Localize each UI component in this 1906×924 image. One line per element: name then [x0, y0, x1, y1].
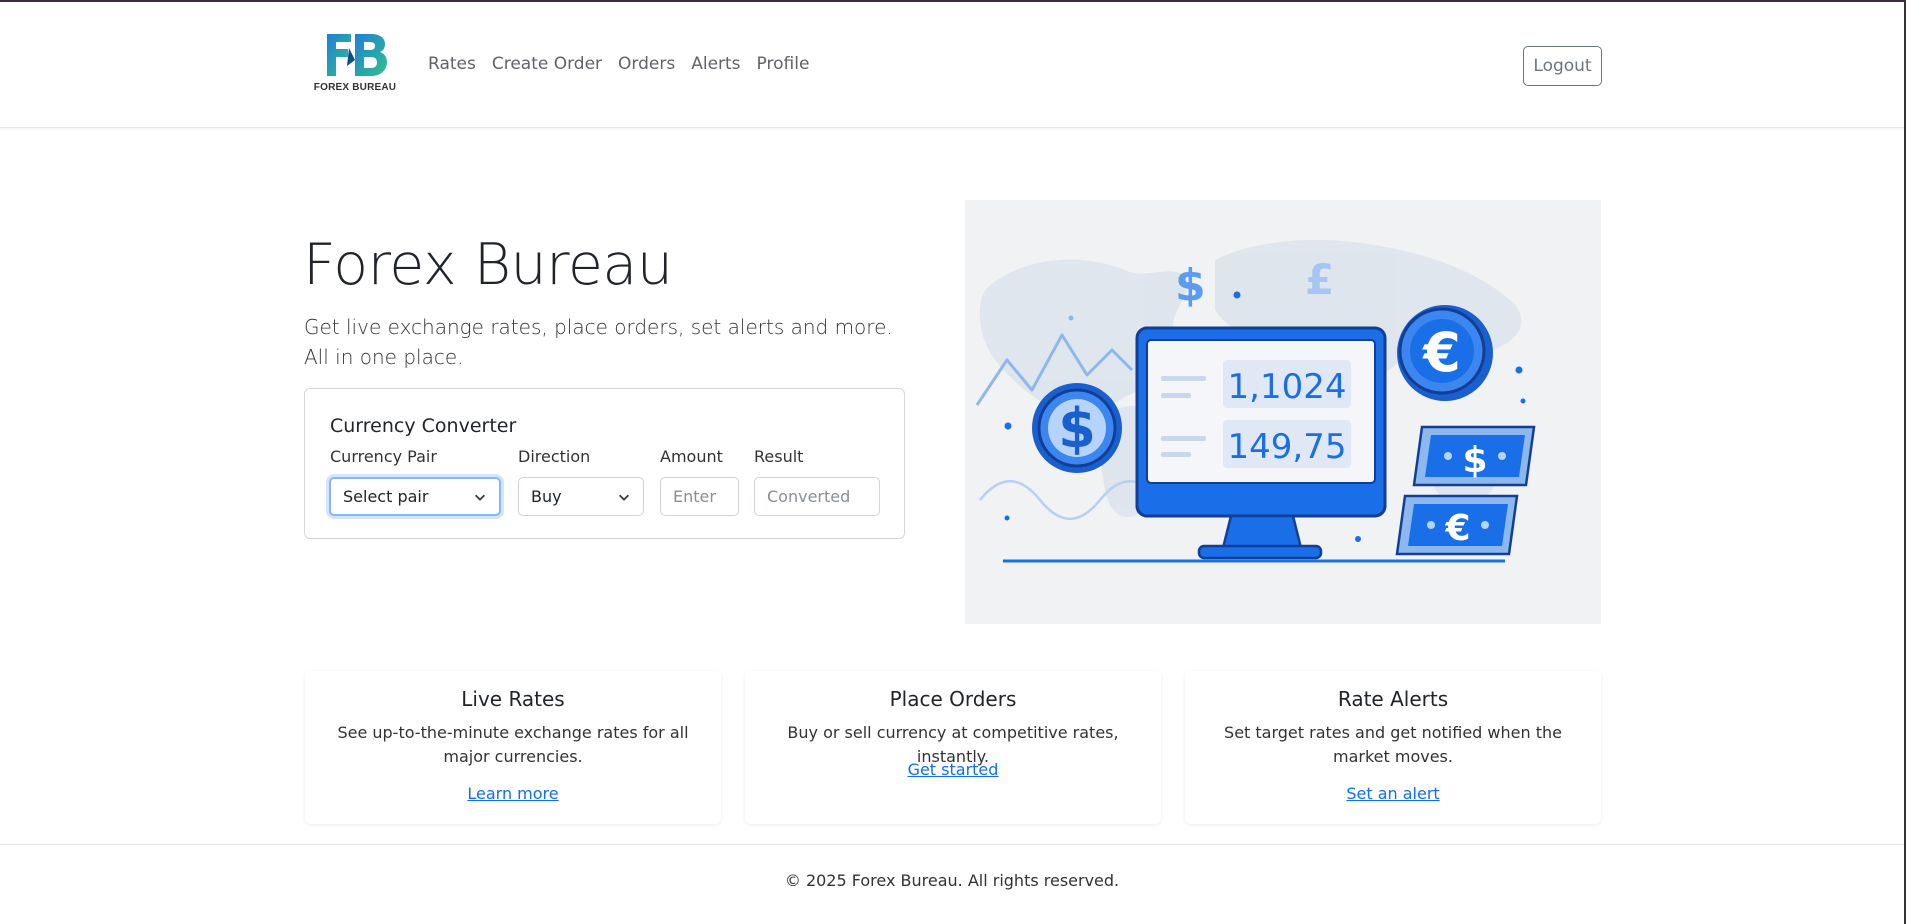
brand-logo-text: FOREX BUREAU: [313, 82, 397, 93]
hero-title: Forex Bureau: [303, 232, 673, 298]
svg-text:$: $: [1175, 260, 1206, 311]
result-label: Result: [754, 447, 804, 466]
direction-value: Buy: [531, 487, 562, 506]
card-text: See up-to-the-minute exchange rates for …: [337, 723, 689, 766]
amount-label: Amount: [660, 447, 723, 466]
brand-logo[interactable]: FOREX BUREAU: [313, 32, 397, 98]
result-placeholder: Converted: [767, 487, 851, 506]
nav-link-create-order[interactable]: Create Order: [492, 54, 602, 74]
forex-illustration-image: $ £ $ 1,1024 149,75 € $ €: [975, 240, 1536, 563]
amount-placeholder: Enter: [673, 487, 716, 506]
amount-input[interactable]: Enter: [660, 477, 739, 516]
hero-illustration: $ £ $ 1,1024 149,75 € $ €: [965, 200, 1601, 624]
result-field: Converted: [754, 477, 880, 516]
hero-subtitle: Get live exchange rates, place orders, s…: [304, 315, 893, 369]
direction-label: Direction: [518, 447, 591, 466]
footer: © 2025 Forex Bureau. All rights reserved…: [0, 844, 1904, 924]
feature-card-rate-alerts: Rate Alerts Set target rates and get not…: [1185, 671, 1601, 824]
feature-card-place-orders: Place Orders Buy or sell currency at com…: [745, 671, 1161, 824]
footer-copyright: © 2025 Forex Bureau. All rights reserved…: [784, 871, 1120, 890]
card-title: Live Rates: [461, 687, 565, 711]
svg-text:$: $: [1058, 397, 1096, 460]
get-started-link[interactable]: Get started: [745, 760, 1161, 779]
nav-link-orders[interactable]: Orders: [618, 54, 675, 74]
svg-text:€: €: [1421, 321, 1461, 384]
nav-link-profile[interactable]: Profile: [757, 54, 810, 74]
currency-pair-value: Select pair: [343, 487, 429, 506]
nav-link-rates[interactable]: Rates: [428, 54, 476, 74]
chevron-down-icon: [619, 494, 629, 501]
converter-title: Currency Converter: [330, 415, 517, 437]
currency-converter-card: Currency Converter Currency Pair Select …: [304, 388, 905, 539]
card-text: Set target rates and get notified when t…: [1224, 723, 1562, 766]
main-nav: Rates Create Order Orders Alerts Profile: [428, 54, 825, 74]
set-alert-link[interactable]: Set an alert: [1185, 784, 1601, 803]
card-title: Place Orders: [889, 687, 1017, 711]
direction-select[interactable]: Buy: [518, 477, 644, 516]
nav-link-alerts[interactable]: Alerts: [691, 54, 740, 74]
svg-text:€: €: [1444, 508, 1470, 549]
rate-1-text: 1,1024: [1228, 367, 1347, 407]
chevron-down-icon: [475, 494, 485, 501]
feature-card-live-rates: Live Rates See up-to-the-minute exchange…: [305, 671, 721, 824]
card-title: Rate Alerts: [1337, 687, 1449, 711]
rate-2-text: 149,75: [1228, 427, 1347, 467]
logout-button[interactable]: Logout: [1523, 46, 1602, 86]
currency-pair-label: Currency Pair: [330, 447, 437, 466]
currency-pair-select[interactable]: Select pair: [329, 477, 501, 516]
svg-text:£: £: [1305, 255, 1334, 304]
brand-logo-icon: [327, 34, 387, 76]
learn-more-link[interactable]: Learn more: [305, 784, 721, 803]
navbar: FOREX BUREAU Rates Create Order Orders A…: [0, 2, 1904, 128]
svg-text:$: $: [1462, 440, 1487, 481]
